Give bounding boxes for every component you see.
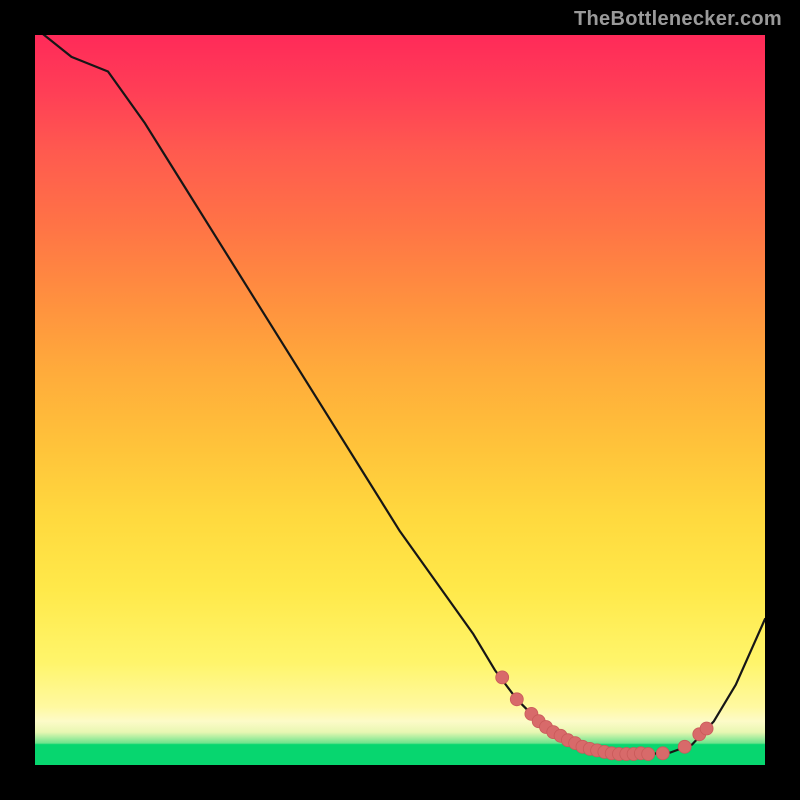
marker-point: [642, 748, 655, 761]
marker-point: [510, 693, 523, 706]
plot-area: [35, 35, 765, 765]
marker-point: [656, 747, 669, 760]
marker-point: [700, 722, 713, 735]
chart-svg: [35, 35, 765, 765]
chart-frame: TheBottlenecker.com: [0, 0, 800, 800]
bottleneck-curve: [35, 35, 765, 754]
marker-point: [496, 671, 509, 684]
credit-watermark: TheBottlenecker.com: [574, 8, 782, 31]
highlighted-range-markers: [496, 671, 713, 761]
marker-point: [678, 740, 691, 753]
